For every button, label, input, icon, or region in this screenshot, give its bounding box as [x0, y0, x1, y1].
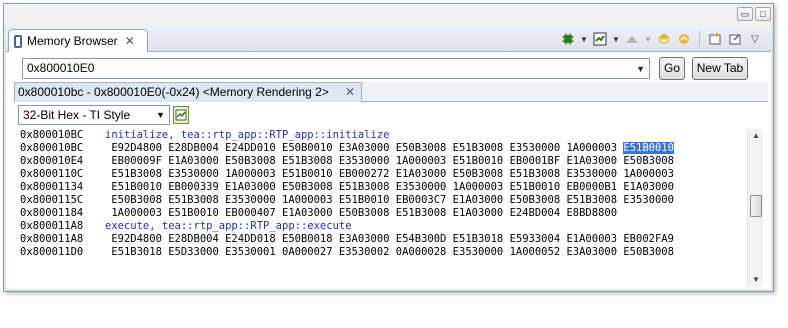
address-history-chevron-icon[interactable]: ▼	[636, 60, 645, 79]
gray-chip-icon	[624, 31, 640, 47]
memory-row[interactable]: 0x800010BC E92D4800 E28DB004 E24DD010 E5…	[20, 142, 747, 155]
memory-words: E92D4800 E28DB004 E24DD018 E50B0018 E3A0…	[105, 233, 674, 245]
connect-icon[interactable]	[560, 31, 576, 47]
format-selected: 32-Bit Hex - TI Style	[23, 108, 131, 122]
new-tab-button[interactable]: New Tab	[692, 57, 748, 80]
maximize-button[interactable]: □	[755, 7, 771, 21]
memory-address: 0x8000115C	[20, 194, 84, 206]
add-rendering-icon[interactable]	[173, 106, 189, 124]
go-button[interactable]: Go	[659, 57, 685, 80]
chevron-down-icon: ▼	[156, 110, 165, 120]
close-icon[interactable]: ✕	[125, 34, 135, 48]
rendering-menu-chevron-icon[interactable]: ▼	[612, 35, 620, 44]
memory-address: 0x800010BC	[20, 142, 84, 154]
connect-menu-chevron-icon[interactable]: ▼	[580, 35, 588, 44]
vertical-scrollbar[interactable]: ▲ ▼	[747, 129, 763, 287]
symbol-label: execute, tea::rtp_app::RTP_app::execute	[105, 220, 352, 232]
memory-label-row[interactable]: 0x800011A8 execute, tea::rtp_app::RTP_app…	[20, 220, 747, 233]
memory-browser-window: ▭ □ Memory Browser ✕ ▼ ▼ ▼ ▽ 0x800010E0 …	[3, 3, 774, 292]
memory-address: 0x8000110C	[20, 168, 84, 180]
memory-row[interactable]: 0x800010E4 EB00009F E1A03000 E50B3008 E5…	[20, 155, 747, 168]
memory-address: 0x80001134	[20, 181, 84, 193]
memory-words: E51B3018 E5D33000 E3530001 0A000027 E353…	[105, 246, 674, 258]
memory-words: E51B3008 E3530000 1A000003 E51B0010 EB00…	[105, 168, 674, 180]
format-select[interactable]: 32-Bit Hex - TI Style ▼	[18, 105, 170, 125]
memory-address: 0x800010BC	[20, 129, 84, 141]
memory-label-row[interactable]: 0x800010BC initialize, tea::rtp_app::RTP_…	[20, 129, 747, 142]
pin-icon[interactable]	[727, 31, 743, 47]
title-strip: ▭ □	[4, 4, 773, 26]
memory-address: 0x800011A8	[20, 220, 84, 232]
symbol-label: initialize, tea::rtp_app::RTP_app::initi…	[105, 129, 390, 141]
memory-row[interactable]: 0x800011D0 E51B3018 E5D33000 E3530001 0A…	[20, 246, 747, 259]
import-icon[interactable]	[656, 31, 672, 47]
view-tab-bar: Memory Browser ✕ ▼ ▼ ▼ ▽	[6, 26, 771, 52]
scroll-thumb[interactable]	[750, 195, 762, 217]
memory-row[interactable]: 0x800011A8 E92D4800 E28DB004 E24DD018 E5…	[20, 233, 747, 246]
new-rendering-icon[interactable]	[592, 31, 608, 47]
memory-address: 0x80001184	[20, 207, 84, 219]
memory-words: 1A000003 E51B0010 EB000407 E1A03000 E50B…	[105, 207, 618, 219]
memory-words: EB00009F E1A03000 E50B3008 E51B3008 E353…	[105, 155, 674, 167]
close-icon[interactable]: ✕	[345, 83, 355, 101]
memory-words: E92D4800 E28DB004 E24DD010 E50B0010 E3A0…	[105, 142, 618, 154]
memory-address: 0x800010E4	[20, 155, 84, 167]
view-menu-icon[interactable]: ▽	[747, 31, 763, 47]
memory-address: 0x800011A8	[20, 233, 84, 245]
disabled-menu-chevron-icon: ▼	[644, 34, 652, 44]
memory-row[interactable]: 0x8000115C E50B3008 E51B3008 E3530000 1A…	[20, 194, 747, 207]
memory-row[interactable]: 0x80001184 1A000003 E51B0010 EB000407 E1…	[20, 207, 747, 220]
format-row: 32-Bit Hex - TI Style ▼	[18, 104, 189, 126]
scroll-down-icon[interactable]: ▼	[748, 273, 764, 287]
rendering-tab-bar: 0x800010bc - 0x800010E0(-0x24) <Memory R…	[14, 82, 768, 102]
toolbar-separator	[699, 31, 700, 47]
minimize-button[interactable]: ▭	[737, 7, 753, 21]
memory-address: 0x800011D0	[20, 246, 84, 258]
export-icon[interactable]	[676, 31, 692, 47]
scroll-up-icon[interactable]: ▲	[748, 129, 764, 143]
address-value: 0x800010E0	[27, 61, 95, 75]
tab-memory-rendering[interactable]: 0x800010bc - 0x800010E0(-0x24) <Memory R…	[14, 82, 362, 102]
memory-view-icon	[14, 34, 22, 48]
address-input[interactable]: 0x800010E0 ▼	[22, 58, 650, 79]
view-toolbar: ▼ ▼ ▼ ▽	[560, 31, 763, 47]
memory-row[interactable]: 0x80001134 E51B0010 EB000339 E1A03000 E5…	[20, 181, 747, 194]
memory-words: E51B0010 EB000339 E1A03000 E50B3008 E51B…	[105, 181, 674, 193]
address-bar: 0x800010E0 ▼ Go New Tab	[20, 56, 764, 80]
memory-words: E50B3008 E51B3008 E3530000 1A000003 E51B…	[105, 194, 674, 206]
memory-row[interactable]: 0x8000110C E51B3008 E3530000 1A000003 E5…	[20, 168, 747, 181]
memory-browser-body: 0x800010E0 ▼ Go New Tab 0x800010bc - 0x8…	[6, 52, 771, 289]
memory-rendering[interactable]: 0x800010BC initialize, tea::rtp_app::RTP_…	[20, 129, 747, 287]
tab-label: Memory Browser	[27, 34, 118, 48]
rendering-tab-label: 0x800010bc - 0x800010E0(-0x24) <Memory R…	[18, 85, 329, 99]
selected-memory-word[interactable]: E51B0010	[623, 142, 674, 154]
new-window-icon[interactable]	[707, 31, 723, 47]
tab-memory-browser[interactable]: Memory Browser ✕	[8, 29, 148, 52]
